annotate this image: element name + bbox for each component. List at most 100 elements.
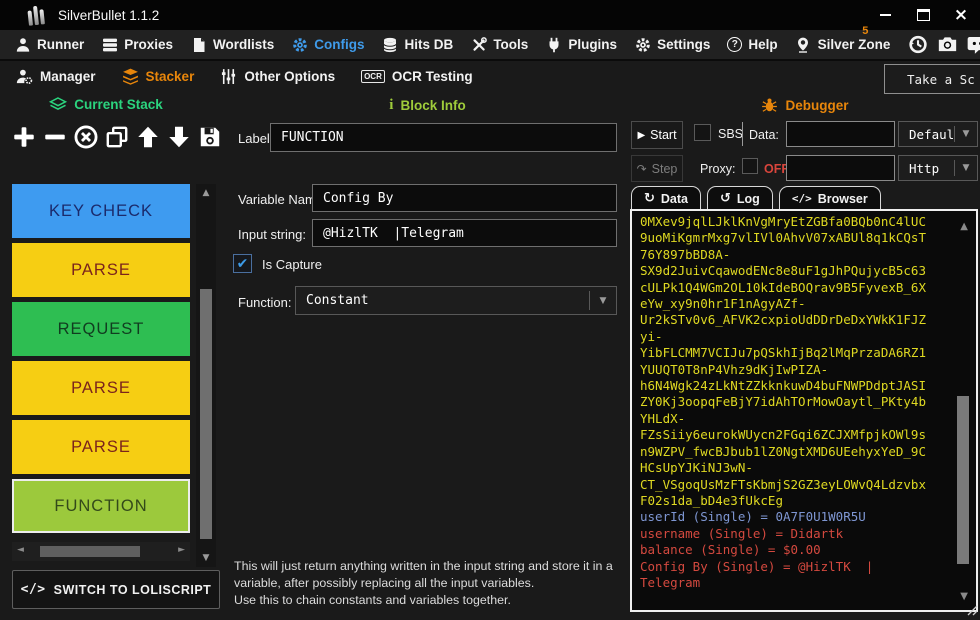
map-pin-icon xyxy=(795,36,812,53)
wordlist-type-dropdown[interactable]: Default ▼ xyxy=(898,121,978,147)
title-bar: SilverBullet 1.1.2 × xyxy=(0,0,980,30)
refresh-icon: ↻ xyxy=(644,191,655,206)
help-icon: ? xyxy=(727,37,742,52)
scroll-up-icon[interactable]: ▲ xyxy=(196,188,216,198)
play-icon: ▶ xyxy=(637,130,645,141)
menu-silver-zone[interactable]: 5 Silver Zone xyxy=(795,36,891,53)
tab-label: Other Options xyxy=(244,69,335,84)
horizontal-scroll-thumb[interactable] xyxy=(40,546,140,557)
silver-zone-badge: 5 xyxy=(862,25,868,37)
menu-help[interactable]: ? Help xyxy=(727,37,777,52)
menu-wordlists[interactable]: Wordlists xyxy=(190,36,274,53)
scroll-down-icon[interactable]: ▼ xyxy=(196,553,216,563)
stack-block-parse-3[interactable]: PARSE xyxy=(12,420,190,474)
proxy-input[interactable] xyxy=(786,155,895,181)
minimize-button[interactable] xyxy=(866,0,904,30)
add-block-button[interactable] xyxy=(10,122,38,152)
proxy-type-dropdown[interactable]: Http ▼ xyxy=(898,155,978,181)
database-icon xyxy=(382,36,399,53)
proxy-checkbox[interactable] xyxy=(742,158,758,174)
configs-gear-icon xyxy=(291,36,308,53)
config-toolbar: Manager Stacker Other Options OCR OCR Te… xyxy=(0,61,980,92)
stack-block-keycheck[interactable]: KEY CHECK xyxy=(12,184,190,238)
stack-block-function-selected[interactable]: FUNCTION xyxy=(12,479,190,533)
tab-browser[interactable]: </> Browser xyxy=(779,186,881,210)
tab-manager[interactable]: Manager xyxy=(16,68,96,85)
window-controls: × xyxy=(866,0,980,30)
scroll-down-icon[interactable]: ▼ xyxy=(960,591,968,602)
stack-block-request[interactable]: REQUEST xyxy=(12,302,190,356)
input-string-input[interactable]: @HizlTK |Telegram xyxy=(312,219,617,247)
scroll-right-icon[interactable]: ► xyxy=(178,545,185,555)
step-button[interactable]: ↷ Step xyxy=(631,155,683,182)
camera-icon[interactable] xyxy=(937,34,958,55)
maximize-icon xyxy=(917,9,930,21)
variable-userid: userId (Single) = 0A7F0U1W0R5U xyxy=(640,509,968,525)
proxy-label: Proxy: xyxy=(700,162,735,176)
scroll-left-icon[interactable]: ◄ xyxy=(17,545,24,555)
function-dropdown[interactable]: Constant ▼ xyxy=(295,286,617,315)
menu-label: Runner xyxy=(37,37,84,52)
history-clock-icon[interactable] xyxy=(907,34,928,55)
scroll-up-icon[interactable]: ▲ xyxy=(960,221,968,232)
debugger-log-area[interactable]: 0MXev9jqlLJklKnVgMryEtZGBfa0BQb0nC4lUC 9… xyxy=(630,209,978,612)
stack-block-parse-1[interactable]: PARSE xyxy=(12,243,190,297)
menu-label: Help xyxy=(748,37,777,52)
resize-grip[interactable] xyxy=(966,604,978,616)
data-label: Data: xyxy=(749,128,779,142)
switch-to-loliscript-button[interactable]: </> SWITCH TO LOLISCRIPT xyxy=(12,570,220,609)
stack-block-parse-2[interactable]: PARSE xyxy=(12,361,190,415)
tab-label: Manager xyxy=(40,69,96,84)
log-scroll-thumb[interactable] xyxy=(957,396,969,564)
take-screenshot-button[interactable]: Take a Sc xyxy=(884,64,980,94)
move-up-button[interactable] xyxy=(134,122,162,152)
tab-ocr-testing[interactable]: OCR OCR Testing xyxy=(361,69,473,84)
settings-gear-icon xyxy=(634,36,651,53)
tab-other-options[interactable]: Other Options xyxy=(220,68,335,85)
menu-settings[interactable]: Settings xyxy=(634,36,710,53)
tab-data[interactable]: ↻ Data xyxy=(631,186,701,210)
function-label: Function: xyxy=(238,295,291,310)
label-field-input[interactable]: FUNCTION xyxy=(270,123,617,152)
plug-icon xyxy=(545,36,562,53)
menu-proxies[interactable]: Proxies xyxy=(101,36,173,53)
menu-right-icons xyxy=(907,34,980,55)
debug-data-input[interactable] xyxy=(786,121,895,147)
label-field-label: Label: xyxy=(238,131,273,146)
ocr-icon: OCR xyxy=(361,70,385,83)
tab-stacker[interactable]: Stacker xyxy=(122,68,195,85)
stack-vertical-scrollbar[interactable]: ▲ ▼ xyxy=(196,184,216,567)
variable-name-input[interactable]: Config By xyxy=(312,184,617,212)
vertical-scroll-thumb[interactable] xyxy=(200,289,212,539)
clone-block-button[interactable] xyxy=(103,122,131,152)
chevron-down-icon: ▼ xyxy=(955,129,977,139)
menu-tools[interactable]: Tools xyxy=(470,36,528,53)
remove-block-button[interactable] xyxy=(41,122,69,152)
maximize-button[interactable] xyxy=(904,0,942,30)
block-info-header: i Block Info xyxy=(230,97,625,114)
delete-all-button[interactable] xyxy=(72,122,100,152)
tab-log[interactable]: ↺ Log xyxy=(707,186,773,210)
is-capture-checkbox[interactable]: ✔ xyxy=(233,254,252,273)
code-icon: </> xyxy=(792,192,812,205)
menu-configs[interactable]: Configs xyxy=(291,36,364,53)
proxies-icon xyxy=(101,36,118,53)
move-down-button[interactable] xyxy=(165,122,193,152)
menu-label: Tools xyxy=(493,37,528,52)
start-button[interactable]: ▶ Start xyxy=(631,121,683,149)
current-stack-header: Current Stack xyxy=(0,97,212,112)
menu-label: Configs xyxy=(314,37,364,52)
menu-runner[interactable]: Runner xyxy=(14,36,84,53)
close-button[interactable]: × xyxy=(942,0,980,30)
save-config-button[interactable] xyxy=(196,122,224,152)
stack-horizontal-scrollbar[interactable]: ◄ ► xyxy=(12,542,190,561)
menu-hits-db[interactable]: Hits DB xyxy=(382,36,454,53)
menu-label: Proxies xyxy=(124,37,173,52)
code-icon: </> xyxy=(21,582,46,597)
menu-plugins[interactable]: Plugins xyxy=(545,36,617,53)
sbs-checkbox[interactable] xyxy=(694,124,711,141)
discord-icon[interactable] xyxy=(967,34,980,55)
bug-icon xyxy=(761,97,778,113)
silverbullet-logo-icon xyxy=(27,5,45,26)
sliders-icon xyxy=(220,68,237,85)
